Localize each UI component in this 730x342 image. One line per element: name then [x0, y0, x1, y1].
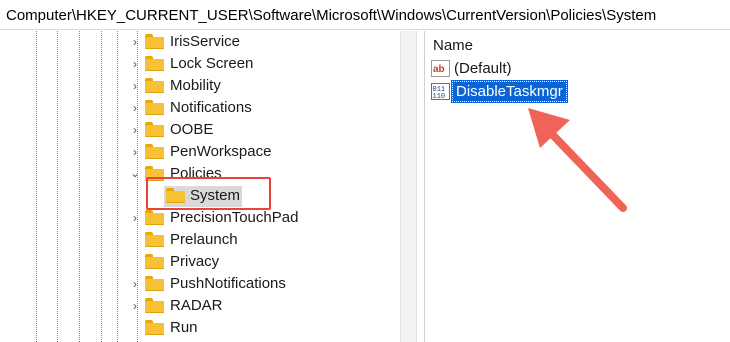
- folder-icon: [145, 144, 164, 159]
- tree-scrollbar[interactable]: [400, 31, 417, 342]
- folder-icon: [145, 56, 164, 71]
- address-path[interactable]: Computer\HKEY_CURRENT_USER\Software\Micr…: [6, 7, 656, 24]
- chevron-right-icon[interactable]: ›: [128, 123, 142, 137]
- tree-item-mobility[interactable]: › Mobility: [0, 75, 400, 97]
- tree-item-label: Run: [170, 319, 198, 336]
- dword-value-icon: 011 110: [431, 83, 450, 101]
- tree-item-irisservice[interactable]: › IrisService: [0, 31, 400, 53]
- tree-item-label: OOBE: [170, 121, 214, 138]
- pane-splitter[interactable]: [417, 31, 425, 342]
- folder-icon: [145, 100, 164, 115]
- tree-item-run[interactable]: Run: [0, 317, 400, 339]
- svg-text:110: 110: [433, 93, 446, 101]
- tree-item-penworkspace[interactable]: › PenWorkspace: [0, 141, 400, 163]
- tree-item-label: PenWorkspace: [170, 143, 272, 160]
- chevron-right-icon[interactable]: ›: [128, 57, 142, 71]
- tree-item-oobe[interactable]: › OOBE: [0, 119, 400, 141]
- tree-item-precisiontouchpad[interactable]: › PrecisionTouchPad: [0, 207, 400, 229]
- string-value-icon: ab: [431, 60, 450, 77]
- chevron-right-icon[interactable]: ›: [128, 101, 142, 115]
- folder-icon: [145, 78, 164, 93]
- value-name-selected: DisableTaskmgr: [451, 80, 568, 103]
- tree-item-pushnotifications[interactable]: › PushNotifications: [0, 273, 400, 295]
- values-pane[interactable]: Name ab (Default) 011 110 DisableTaskmgr: [425, 31, 730, 342]
- tree-item-label: PrecisionTouchPad: [170, 209, 299, 226]
- chevron-right-icon[interactable]: ›: [128, 79, 142, 93]
- tree-item-label: Prelaunch: [170, 231, 238, 248]
- tree-item-notifications[interactable]: › Notifications: [0, 97, 400, 119]
- column-header-name[interactable]: Name: [433, 37, 473, 54]
- value-name: (Default): [454, 60, 512, 77]
- svg-text:ab: ab: [433, 64, 445, 75]
- address-bar[interactable]: Computer\HKEY_CURRENT_USER\Software\Micr…: [0, 0, 730, 30]
- tree-item-label: Lock Screen: [170, 55, 254, 72]
- folder-icon: [145, 254, 164, 269]
- folder-icon: [145, 122, 164, 137]
- folder-icon: [145, 34, 164, 49]
- tree-item-prelaunch[interactable]: Prelaunch: [0, 229, 400, 251]
- chevron-down-icon[interactable]: ⌄: [128, 167, 142, 181]
- tree-item-label: Mobility: [170, 77, 221, 94]
- folder-icon: [145, 320, 164, 335]
- highlight-box: [146, 177, 271, 210]
- tree-item-label: Notifications: [170, 99, 252, 116]
- tree-item-label: PushNotifications: [170, 275, 286, 292]
- folder-icon: [145, 210, 164, 225]
- folder-icon: [145, 232, 164, 247]
- tree-item-lock-screen[interactable]: › Lock Screen: [0, 53, 400, 75]
- tree-item-privacy[interactable]: Privacy: [0, 251, 400, 273]
- chevron-right-icon[interactable]: ›: [128, 145, 142, 159]
- chevron-right-icon[interactable]: ›: [128, 277, 142, 291]
- tree-item-label: IrisService: [170, 33, 241, 50]
- folder-icon: [145, 298, 164, 313]
- tree-item-label: Privacy: [170, 253, 220, 270]
- folder-icon: [145, 276, 164, 291]
- chevron-right-icon[interactable]: ›: [128, 211, 142, 225]
- chevron-right-icon[interactable]: ›: [128, 35, 142, 49]
- chevron-right-icon[interactable]: ›: [128, 299, 142, 313]
- tree-item-label: RADAR: [170, 297, 223, 314]
- tree-item-radar[interactable]: › RADAR: [0, 295, 400, 317]
